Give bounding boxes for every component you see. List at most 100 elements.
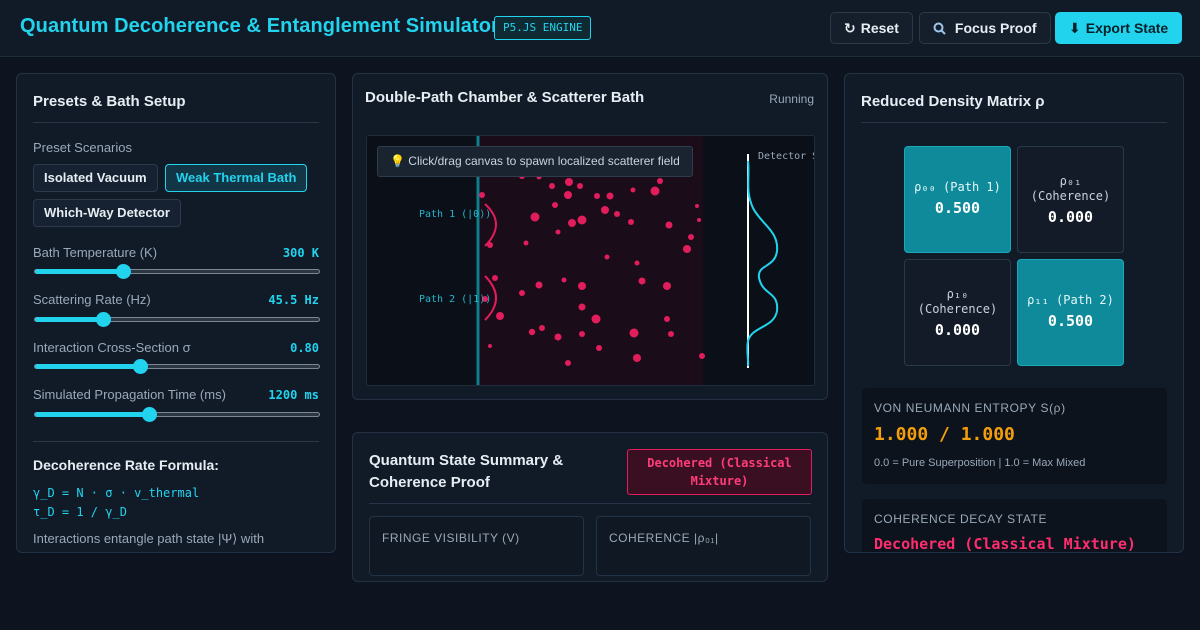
scatterer-particle [492,275,498,281]
engine-badge: P5.JS ENGINE [494,16,592,40]
slider-fill [35,317,104,322]
bath-temperature-slider[interactable] [34,264,320,279]
scatterer-particle [591,314,601,324]
coherence-decay-box: COHERENCE DECAY STATE Decohered (Classic… [862,499,1167,553]
preset-which-way-detector[interactable]: Which-Way Detector [33,199,181,227]
focus-proof-label: Focus Proof [954,20,1037,36]
propagation-time-label: Simulated Propagation Time (ms) [33,387,226,402]
scatterer-particle [565,178,573,186]
scatterer-particle [663,282,671,290]
scatterer-particle [664,316,670,322]
scatterer-particle [487,242,493,248]
scatterer-particle [496,312,504,320]
scatterer-particle [519,290,525,296]
formula-description: Interactions entangle path state |Ψ⟩ wit… [33,531,265,546]
bath-temperature-value: 300 K [282,246,319,260]
simulation-canvas[interactable]: 💡 Click/drag canvas to spawn localized s… [366,135,815,386]
scatterer-particle [564,191,572,199]
scatterer-particle [549,183,555,189]
canvas-hint-text: Click/drag canvas to spawn localized sca… [408,154,680,168]
cell-label: ρ₀₀ (Path 1) [914,180,1001,194]
scattering-rate-slider[interactable] [34,312,320,327]
coherence-card: COHERENCE |ρ₀₁| [596,516,811,576]
scatterer-particle [479,192,485,198]
cell-value: 0.000 [1047,208,1094,226]
cell-value: 0.500 [934,199,981,217]
matrix-cell-rho-11: ρ₁₁ (Path 2) 0.500 [1017,259,1124,366]
scatterer-particle [539,325,545,331]
scattering-rate-value: 45.5 Hz [268,293,319,307]
divider [369,503,811,504]
cell-label: ρ₀₁ (Coherence) [1030,174,1111,203]
scatterer-particle [488,344,492,348]
presets-panel: Presets & Bath Setup Preset Scenarios Is… [16,73,336,553]
cross-section-slider[interactable] [34,359,320,374]
state-summary-panel: Quantum State Summary & Coherence Proof … [352,432,828,582]
scatterer-particle [554,333,562,341]
scatterer-particle [530,212,540,222]
entropy-scale-note: 0.0 = Pure Superposition | 1.0 = Max Mix… [874,457,1086,469]
scatterer-particle [555,229,561,235]
reset-icon: ↻ [844,20,856,36]
scatterer-particle [577,215,587,225]
propagation-time-slider[interactable] [34,407,320,422]
matrix-title: Reduced Density Matrix ρ [861,93,1045,110]
formula-line-2: τ_D = 1 / γ_D [33,505,127,519]
scatterer-particle [697,218,701,222]
detector-label: Detector S [758,151,815,162]
reset-label: Reset [860,20,899,36]
scatterer-particle [604,254,610,260]
propagation-time-value: 1200 ms [268,388,319,402]
export-state-label: Export State [1085,20,1169,36]
scatterer-particle [650,186,660,196]
density-matrix-panel: Reduced Density Matrix ρ ρ₀₀ (Path 1) 0.… [844,73,1184,553]
scatterer-particle [630,187,636,193]
scattering-rate-label: Scattering Rate (Hz) [33,292,151,307]
lightbulb-icon: 💡 [390,154,405,168]
matrix-cell-rho-01: ρ₀₁ (Coherence) 0.000 [1017,146,1124,253]
scatterer-particle [695,204,699,208]
magnifier-icon [933,20,950,36]
scatterer-particle [528,328,536,336]
focus-proof-button[interactable]: Focus Proof [919,12,1051,44]
path-1-label: Path 1 (|0⟩) [419,209,492,220]
scatterer-particle [614,211,620,217]
preset-weak-thermal-bath[interactable]: Weak Thermal Bath [165,164,308,192]
cell-value: 0.500 [1047,312,1094,330]
divider [33,122,319,123]
cell-label: ρ₁₁ (Path 2) [1027,293,1114,307]
coherence-label: COHERENCE |ρ₀₁| [609,531,719,545]
scatterer-particle [579,331,585,337]
app-title: Quantum Decoherence & Entanglement Simul… [20,15,499,37]
export-state-button[interactable]: ⬇ Export State [1055,12,1183,44]
entropy-value: 1.000 / 1.000 [874,424,1015,445]
scatterer-particle [565,360,571,366]
scatterer-particle [578,282,586,290]
scatterer-particle [601,206,609,214]
slider-thumb[interactable] [96,312,112,327]
summary-title: Quantum State Summary & Coherence Proof [369,452,564,491]
formula-title: Decoherence Rate Formula: [33,457,219,473]
scatterer-particle [657,178,663,184]
cell-label: ρ₁₀ (Coherence) [917,287,998,316]
slider-fill [35,269,124,274]
scatterer-particle [638,277,646,285]
slider-thumb[interactable] [133,359,149,374]
preset-scenarios-label: Preset Scenarios [33,140,132,155]
path-2-label: Path 2 (|1⟩) [419,294,492,305]
scatterer-particle [561,277,567,283]
presets-title: Presets & Bath Setup [33,93,186,110]
entropy-box: VON NEUMANN ENTROPY S(ρ) 1.000 / 1.000 0… [862,388,1167,484]
divider [33,441,319,442]
cell-value: 0.000 [934,321,981,339]
coherence-decay-value: Decohered (Classical Mixture) [874,535,1136,553]
scatterer-particle [568,219,576,227]
slider-thumb[interactable] [116,264,132,279]
slider-fill [35,364,141,369]
preset-isolated-vacuum[interactable]: Isolated Vacuum [33,164,158,192]
reset-button[interactable]: ↻ Reset [830,12,913,44]
interference-pattern [746,160,779,367]
slider-thumb[interactable] [141,407,157,422]
canvas-hint-tooltip: 💡 Click/drag canvas to spawn localized s… [377,146,693,177]
scatterer-particle [634,260,640,266]
